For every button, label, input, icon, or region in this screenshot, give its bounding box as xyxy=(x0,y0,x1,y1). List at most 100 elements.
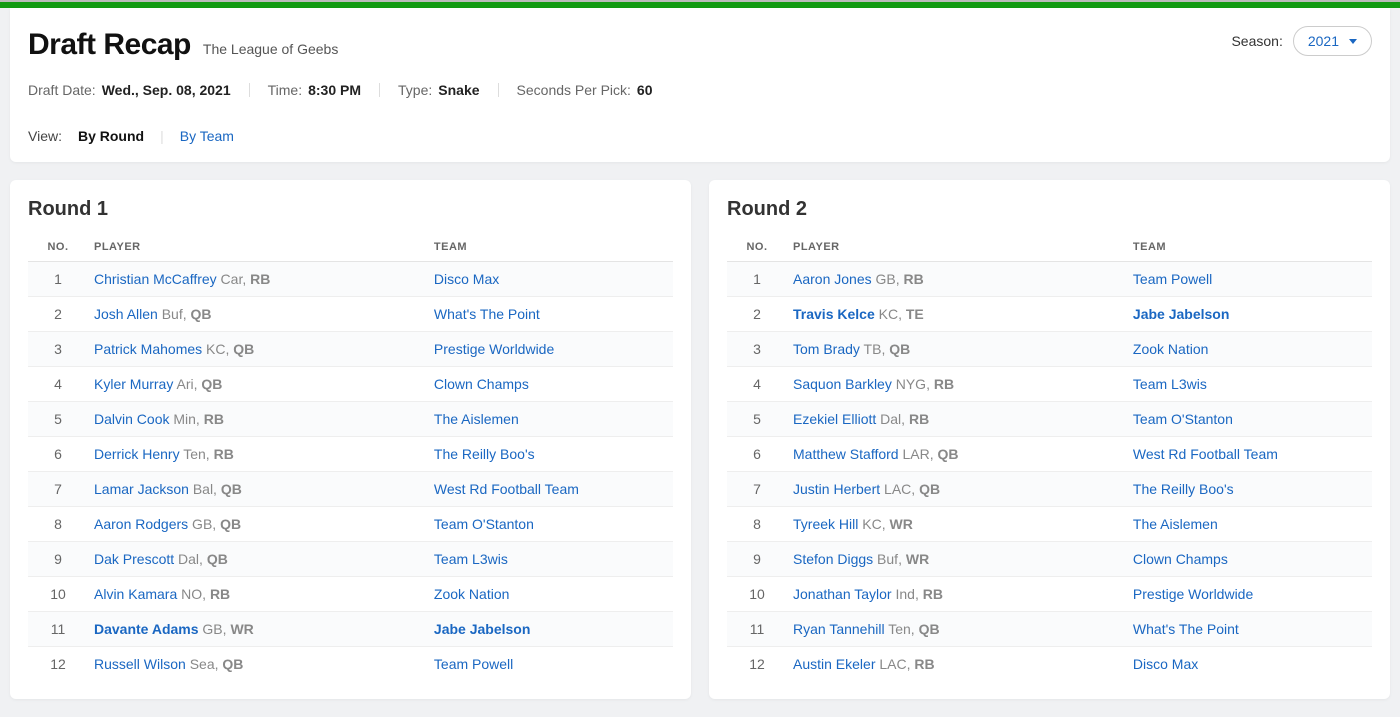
fantasy-team-link[interactable]: Prestige Worldwide xyxy=(1133,586,1253,602)
player-cell: Aaron Jones GB, RB xyxy=(787,262,1127,297)
fantasy-team-link[interactable]: Disco Max xyxy=(1133,656,1198,672)
player-link[interactable]: Dalvin Cook xyxy=(94,411,169,427)
table-row: 9Dak Prescott Dal, QBTeam L3wis xyxy=(28,542,673,577)
player-cell: Tom Brady TB, QB xyxy=(787,332,1127,367)
player-cell: Aaron Rodgers GB, QB xyxy=(88,507,428,542)
player-link[interactable]: Aaron Jones xyxy=(793,271,872,287)
player-link[interactable]: Christian McCaffrey xyxy=(94,271,217,287)
player-link[interactable]: Travis Kelce xyxy=(793,306,875,322)
player-link[interactable]: Ryan Tannehill xyxy=(793,621,885,637)
fantasy-team-link[interactable]: Zook Nation xyxy=(434,586,509,602)
team-cell: West Rd Football Team xyxy=(1127,437,1372,472)
fantasy-team-link[interactable]: Clown Champs xyxy=(1133,551,1228,567)
team-cell: Zook Nation xyxy=(428,577,673,612)
round-card: Round 2NO.PLAYERTEAM1Aaron Jones GB, RBT… xyxy=(709,180,1390,699)
fantasy-team-link[interactable]: Clown Champs xyxy=(434,376,529,392)
player-link[interactable]: Alvin Kamara xyxy=(94,586,177,602)
table-row: 2Travis Kelce KC, TEJabe Jabelson xyxy=(727,297,1372,332)
fantasy-team-link[interactable]: The Aislemen xyxy=(1133,516,1218,532)
player-position: RB xyxy=(923,586,943,602)
player-link[interactable]: Tom Brady xyxy=(793,341,860,357)
player-link[interactable]: Derrick Henry xyxy=(94,446,180,462)
fantasy-team-link[interactable]: Team Powell xyxy=(1133,271,1212,287)
season-value: 2021 xyxy=(1308,33,1339,49)
player-link[interactable]: Josh Allen xyxy=(94,306,158,322)
tab-by-team[interactable]: By Team xyxy=(180,128,234,144)
player-cell: Christian McCaffrey Car, RB xyxy=(88,262,428,297)
pick-number: 5 xyxy=(28,402,88,437)
player-link[interactable]: Lamar Jackson xyxy=(94,481,189,497)
page-title: Draft Recap xyxy=(28,28,191,62)
tab-by-round[interactable]: By Round xyxy=(78,128,144,144)
player-link[interactable]: Jonathan Taylor xyxy=(793,586,892,602)
fantasy-team-link[interactable]: Team Powell xyxy=(434,656,513,672)
player-cell: Ezekiel Elliott Dal, RB xyxy=(787,402,1127,437)
fantasy-team-link[interactable]: Team L3wis xyxy=(1133,376,1207,392)
fantasy-team-link[interactable]: What's The Point xyxy=(434,306,540,322)
draft-date: Draft Date: Wed., Sep. 08, 2021 xyxy=(28,82,231,98)
divider xyxy=(379,83,380,97)
table-row: 2Josh Allen Buf, QB What's The Point xyxy=(28,297,673,332)
player-nfl-team: Dal, xyxy=(876,411,909,427)
player-link[interactable]: Russell Wilson xyxy=(94,656,186,672)
player-nfl-team: GB, xyxy=(872,271,904,287)
fantasy-team-link[interactable]: Jabe Jabelson xyxy=(1133,306,1230,322)
player-nfl-team: GB, xyxy=(188,516,220,532)
player-link[interactable]: Austin Ekeler xyxy=(793,656,875,672)
player-cell: Tyreek Hill KC, WR xyxy=(787,507,1127,542)
pick-number: 10 xyxy=(727,577,787,612)
team-cell: Team O'Stanton xyxy=(428,507,673,542)
player-nfl-team: Car, xyxy=(217,271,250,287)
picks-table: NO.PLAYERTEAM1Christian McCaffrey Car, R… xyxy=(28,233,673,681)
player-link[interactable]: Tyreek Hill xyxy=(793,516,858,532)
team-cell: Jabe Jabelson xyxy=(428,612,673,647)
player-link[interactable]: Justin Herbert xyxy=(793,481,880,497)
player-link[interactable]: Ezekiel Elliott xyxy=(793,411,876,427)
team-cell: Jabe Jabelson xyxy=(1127,297,1372,332)
divider: | xyxy=(160,128,164,144)
fantasy-team-link[interactable]: The Reilly Boo's xyxy=(434,446,535,462)
player-cell: Patrick Mahomes KC, QB xyxy=(88,332,428,367)
player-nfl-team: GB, xyxy=(199,621,231,637)
player-link[interactable]: Davante Adams xyxy=(94,621,199,637)
player-link[interactable]: Saquon Barkley xyxy=(793,376,892,392)
team-cell: What's The Point xyxy=(428,297,673,332)
fantasy-team-link[interactable]: What's The Point xyxy=(1133,621,1239,637)
player-cell: Lamar Jackson Bal, QB xyxy=(88,472,428,507)
table-row: 5Dalvin Cook Min, RBThe Aislemen xyxy=(28,402,673,437)
player-cell: Josh Allen Buf, QB xyxy=(88,297,428,332)
player-cell: Davante Adams GB, WR xyxy=(88,612,428,647)
col-header-team: TEAM xyxy=(1127,233,1372,262)
fantasy-team-link[interactable]: West Rd Football Team xyxy=(1133,446,1278,462)
fantasy-team-link[interactable]: Jabe Jabelson xyxy=(434,621,531,637)
player-link[interactable]: Kyler Murray xyxy=(94,376,173,392)
season-dropdown[interactable]: 2021 xyxy=(1293,26,1372,56)
pick-number: 2 xyxy=(28,297,88,332)
fantasy-team-link[interactable]: Team O'Stanton xyxy=(1133,411,1233,427)
fantasy-team-link[interactable]: The Aislemen xyxy=(434,411,519,427)
player-link[interactable]: Patrick Mahomes xyxy=(94,341,202,357)
player-position: QB xyxy=(201,376,222,392)
table-row: 5Ezekiel Elliott Dal, RBTeam O'Stanton xyxy=(727,402,1372,437)
team-cell: Prestige Worldwide xyxy=(1127,577,1372,612)
player-link[interactable]: Stefon Diggs xyxy=(793,551,873,567)
fantasy-team-link[interactable]: Prestige Worldwide xyxy=(434,341,554,357)
fantasy-team-link[interactable]: The Reilly Boo's xyxy=(1133,481,1234,497)
player-position: RB xyxy=(204,411,224,427)
player-position: TE xyxy=(906,306,924,322)
pick-number: 11 xyxy=(727,612,787,647)
player-link[interactable]: Aaron Rodgers xyxy=(94,516,188,532)
fantasy-team-link[interactable]: Team L3wis xyxy=(434,551,508,567)
fantasy-team-link[interactable]: West Rd Football Team xyxy=(434,481,579,497)
player-link[interactable]: Dak Prescott xyxy=(94,551,174,567)
col-header-no: NO. xyxy=(727,233,787,262)
player-nfl-team: Bal, xyxy=(189,481,221,497)
table-row: 1Christian McCaffrey Car, RBDisco Max xyxy=(28,262,673,297)
player-link[interactable]: Matthew Stafford xyxy=(793,446,899,462)
player-position: QB xyxy=(889,341,910,357)
fantasy-team-link[interactable]: Zook Nation xyxy=(1133,341,1208,357)
table-row: 1Aaron Jones GB, RBTeam Powell xyxy=(727,262,1372,297)
team-cell: West Rd Football Team xyxy=(428,472,673,507)
fantasy-team-link[interactable]: Disco Max xyxy=(434,271,499,287)
fantasy-team-link[interactable]: Team O'Stanton xyxy=(434,516,534,532)
